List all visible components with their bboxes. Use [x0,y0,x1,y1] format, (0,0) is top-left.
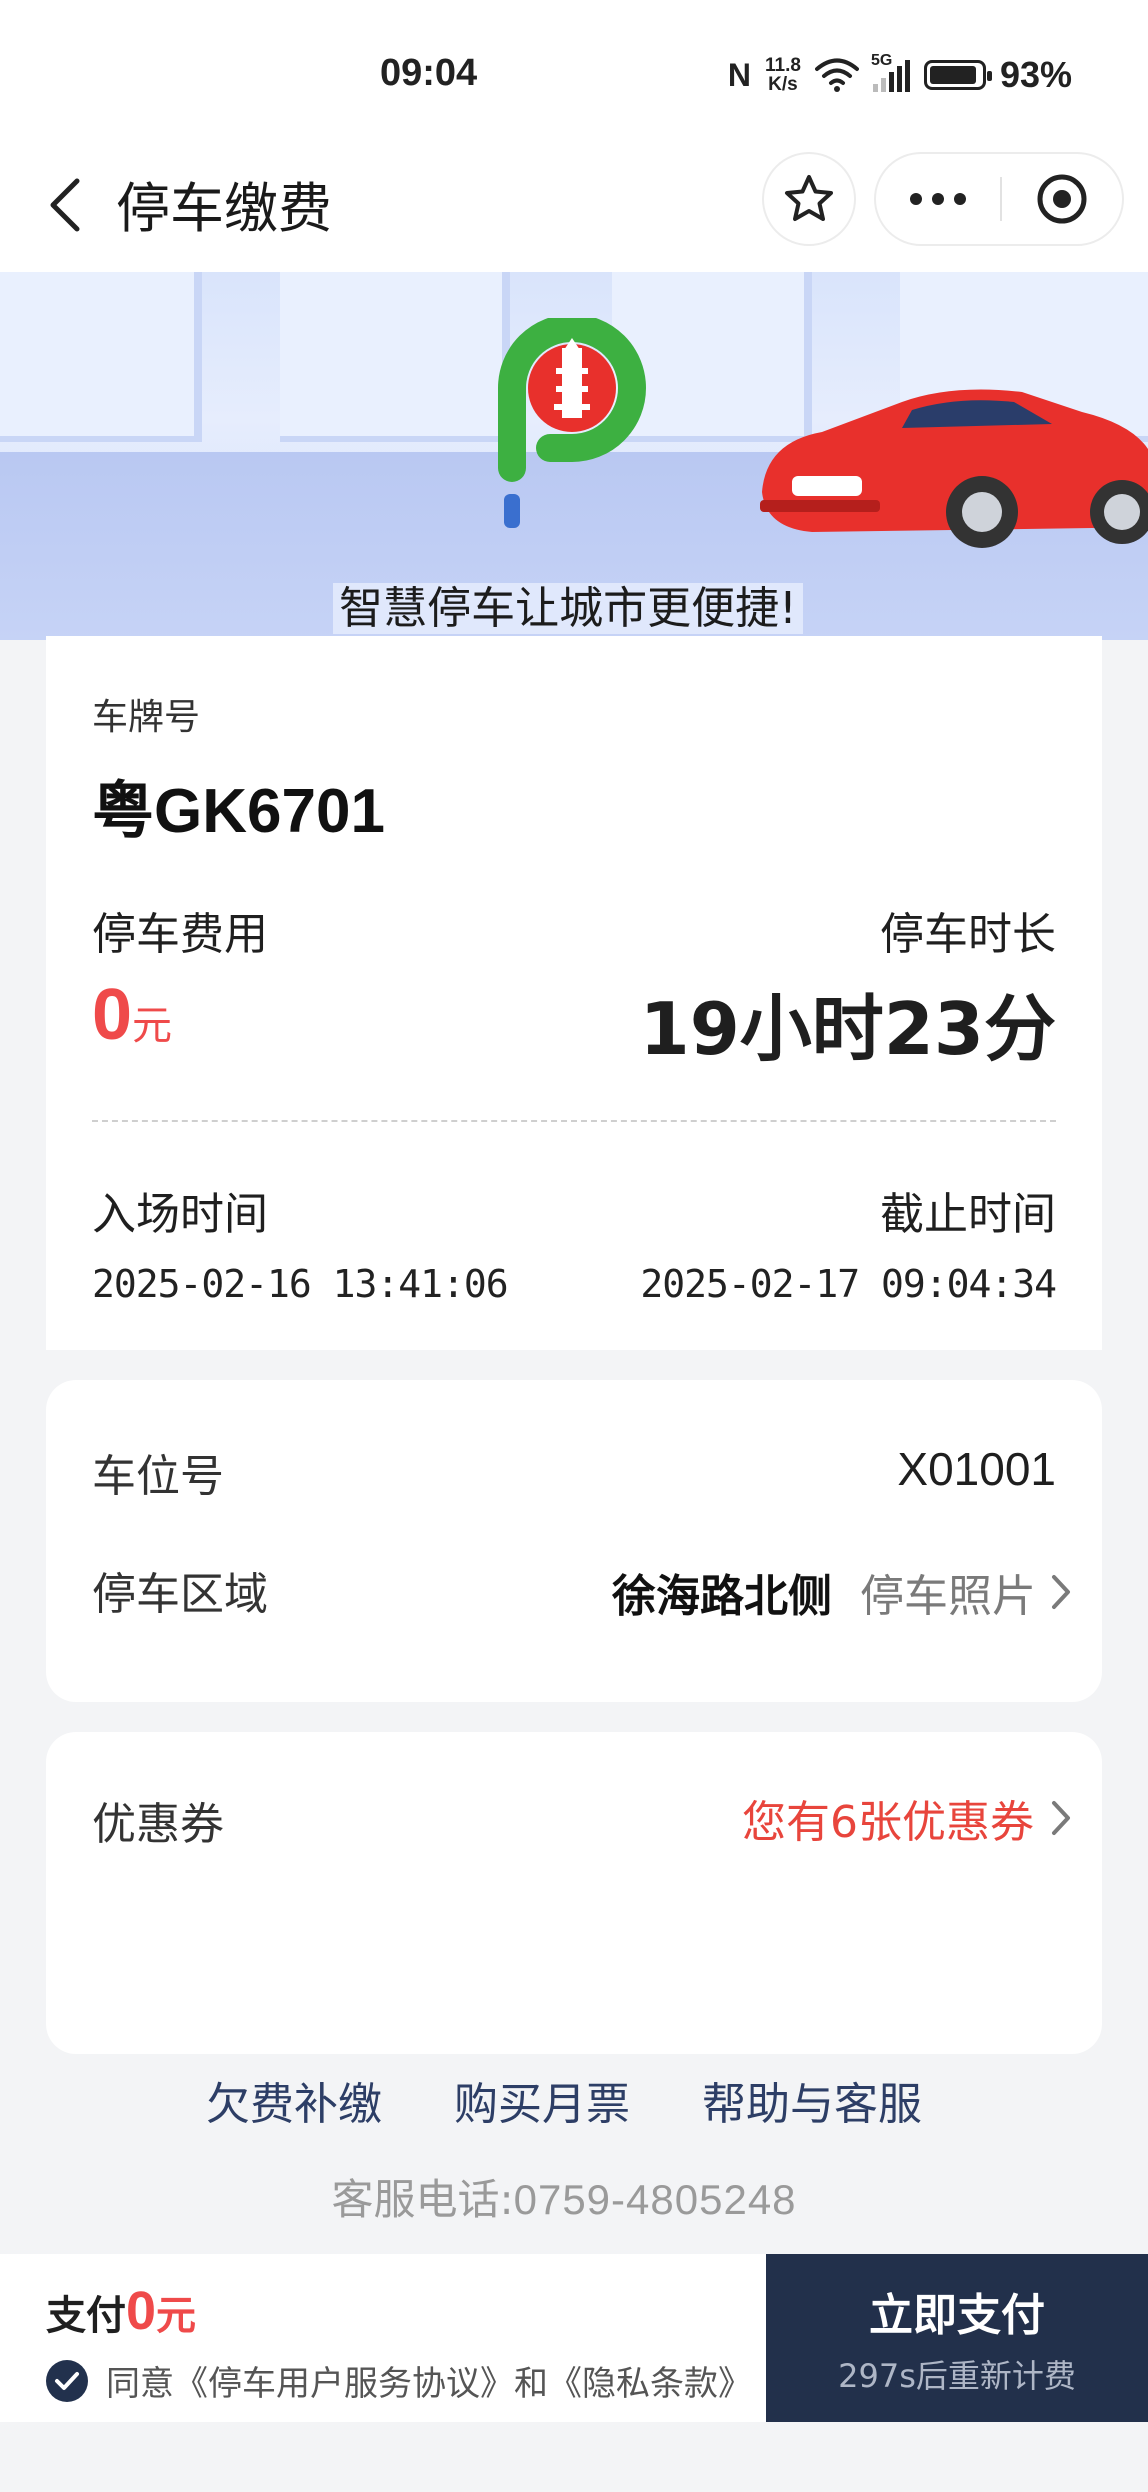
status-time: 09:04 [380,52,478,94]
parking-photo-link[interactable]: 停车照片 [860,1560,1072,1624]
status-icons: N 11.8 K/s 5G 93% [728,50,1072,100]
pay-now-button[interactable]: 立即支付 297s后重新计费 [766,2254,1148,2422]
entry-time-value: 2025-02-16 13:41:06 [92,1262,509,1306]
agreement-text[interactable]: 同意《停车用户服务协议》和《隐私条款》 [106,2356,752,2405]
parking-spot-card: 车位号 X01001 停车区域 徐海路北侧 停车照片 [46,1380,1102,1702]
back-button[interactable] [30,170,100,240]
coupon-label: 优惠券 [92,1799,224,1850]
banner-window [0,272,202,442]
battery-percent: 93% [999,54,1072,95]
network-speed: 11.8 K/s [765,56,801,94]
recalc-countdown: 297s后重新计费 [838,2357,1076,2395]
monthly-pass-link[interactable]: 购买月票 [454,2068,630,2132]
arrears-payment-link[interactable]: 欠费补缴 [206,2068,382,2132]
pay-amount-unit: 元 [156,2293,197,2339]
service-phone-label: 客服电话: [331,2175,514,2224]
pay-amount-label: 支付 [46,2293,126,2339]
battery-fill [929,66,977,84]
more-button[interactable] [876,154,1000,244]
network-type: 5G [870,52,893,69]
page-title: 停车缴费 [116,177,332,240]
star-icon [785,175,833,221]
spot-number-label: 车位号 [92,1451,224,1502]
network-speed-unit: K/s [768,74,798,95]
wifi-icon [814,58,859,92]
parking-area-value: 徐海路北侧 [612,1571,832,1622]
service-phone: 客服电话:0759-4805248 [0,2166,1148,2227]
banner-slogan-text: 智慧停车让城市更便捷! [333,583,803,634]
battery-icon [923,60,992,90]
entry-time-label: 入场时间 [92,1189,268,1240]
plate-label: 车牌号 [92,697,201,738]
cellular-signal-icon: 5G [871,52,910,92]
fee-unit: 元 [132,1003,173,1049]
pay-amount-number: 0 [126,2281,157,2341]
check-icon [55,2371,79,2390]
agreement-row: 同意《停车用户服务协议》和《隐私条款》 [46,2356,752,2405]
pay-amount: 支付0元 [46,2280,196,2342]
favorite-button[interactable] [762,152,856,246]
parking-logo-icon [498,318,646,528]
parking-area-row: 徐海路北侧 停车照片 [612,1560,1072,1624]
footer-links: 欠费补缴 购买月票 帮助与客服 [0,2068,1148,2132]
fee-amount: 0元 [92,974,172,1056]
more-dots-icon [910,193,966,205]
chevron-right-icon [1052,1801,1070,1835]
red-car-illustration [760,389,1148,548]
coupon-link[interactable]: 您有6张优惠券 [742,1786,1072,1850]
cutoff-time-label: 截止时间 [880,1189,1056,1240]
dashed-divider [92,1120,1056,1122]
banner-window [280,272,510,442]
parking-area-label: 停车区域 [92,1569,268,1620]
chevron-right-icon [1052,1575,1070,1609]
bottom-safe-area [0,2422,1148,2492]
promo-banner: 智慧停车让城市更便捷! [0,272,1148,640]
duration-label: 停车时长 [880,909,1056,960]
pay-bar: 支付0元 同意《停车用户服务协议》和《隐私条款》 立即支付 297s后重新计费 [0,2254,1148,2422]
agreement-checkbox[interactable] [46,2359,88,2402]
close-mini-program-button[interactable] [1002,154,1122,244]
banner-slogan: 智慧停车让城市更便捷! [0,572,1148,636]
mini-program-capsule [874,152,1124,246]
nav-bar: 停车缴费 [0,150,1148,272]
status-bar: 09:04 N 11.8 K/s 5G 93% [0,0,1148,150]
fee-number: 0 [92,975,133,1055]
plate-number: 粤GK6701 [92,777,385,846]
fee-label: 停车费用 [92,909,268,960]
network-speed-value: 11.8 [765,55,801,76]
pay-now-label: 立即支付 [869,2290,1045,2341]
parking-info-card: 车牌号 粤GK6701 停车费用 停车时长 0元 19小时23分 入场时间 截止… [46,636,1102,1350]
chevron-left-icon [50,178,80,232]
target-close-icon [1037,174,1087,224]
service-phone-number[interactable]: 0759-4805248 [514,2176,797,2223]
spot-number-value: X01001 [897,1443,1056,1495]
cutoff-time-value: 2025-02-17 09:04:34 [640,1262,1057,1306]
coupon-link-label: 您有6张优惠券 [742,1797,1034,1848]
coupon-card: 优惠券 您有6张优惠券 [46,1732,1102,2054]
parking-photo-link-label: 停车照片 [860,1571,1036,1622]
nfc-icon: N [727,56,751,93]
parking-duration: 19小时23分 [639,987,1056,1071]
help-service-link[interactable]: 帮助与客服 [702,2068,922,2132]
